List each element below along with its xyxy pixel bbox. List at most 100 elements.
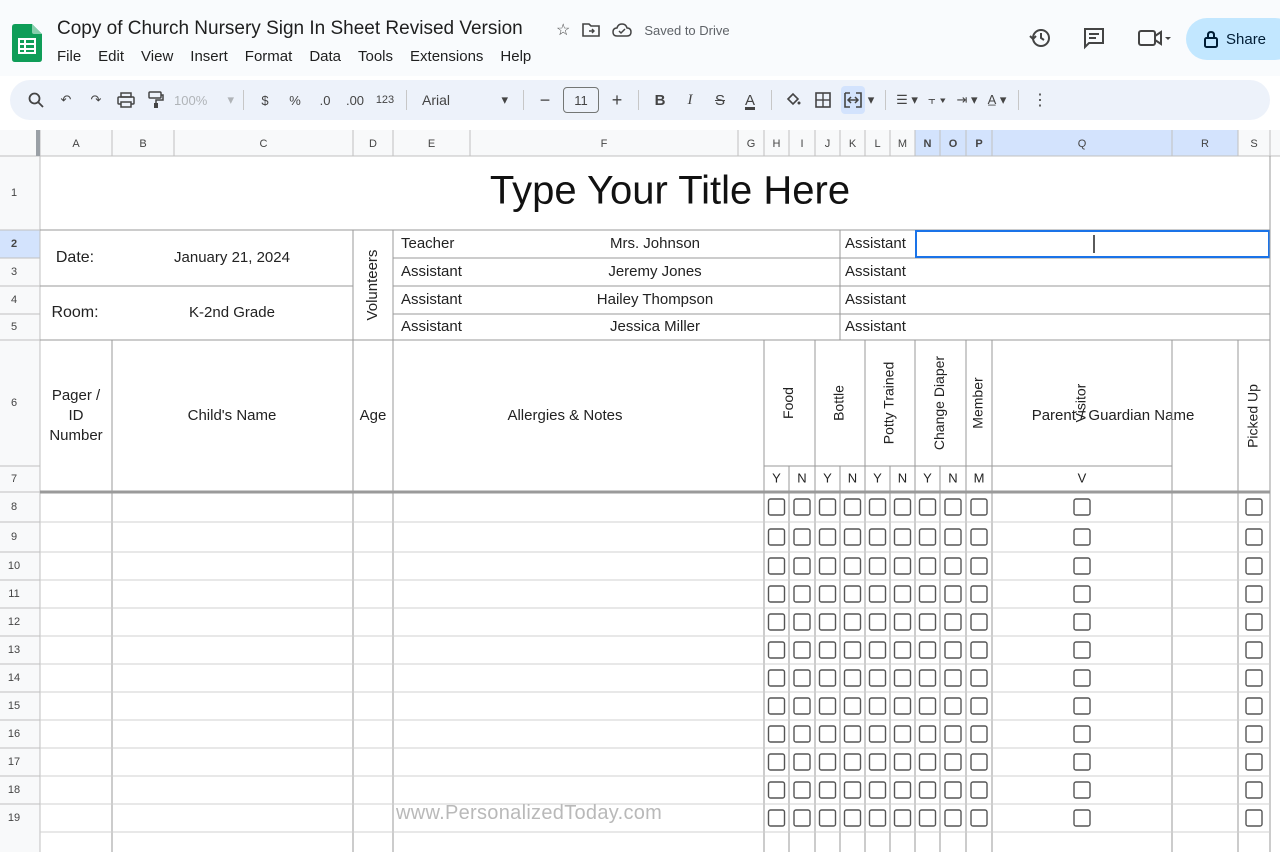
selected-cell[interactable] (915, 230, 1270, 258)
text-color-button[interactable]: A (738, 86, 762, 114)
checkbox[interactable] (1073, 585, 1091, 603)
menu-help[interactable]: Help (500, 48, 531, 65)
checkbox[interactable] (818, 753, 837, 771)
column-header-n[interactable]: N (924, 138, 932, 150)
column-header-f[interactable]: F (601, 138, 608, 150)
picked-up-checkbox[interactable] (1245, 669, 1263, 687)
checkbox[interactable] (767, 613, 786, 631)
chevron-down-icon[interactable]: ▾ (866, 86, 876, 114)
row-header-1[interactable]: 1 (11, 187, 17, 199)
checkbox[interactable] (893, 725, 912, 743)
checkbox[interactable] (843, 725, 862, 743)
row-header-15[interactable]: 15 (8, 700, 20, 712)
checkbox[interactable] (918, 781, 937, 799)
zoom-select[interactable]: 100% ▾ (174, 86, 234, 114)
checkbox[interactable] (893, 669, 912, 687)
checkbox[interactable] (1073, 641, 1091, 659)
print-icon[interactable] (114, 86, 138, 114)
checkbox[interactable] (944, 557, 962, 575)
checkbox[interactable] (944, 613, 962, 631)
column-header-p[interactable]: P (975, 138, 982, 150)
checkbox[interactable] (944, 697, 962, 715)
number-format-button[interactable]: 123 (373, 86, 397, 114)
row-header-2[interactable]: 2 (11, 238, 17, 250)
checkbox[interactable] (1073, 753, 1091, 771)
checkbox[interactable] (893, 809, 912, 827)
currency-button[interactable]: $ (253, 86, 277, 114)
increase-font-size-icon[interactable]: + (605, 86, 629, 114)
redo-icon[interactable]: ↷ (84, 86, 108, 114)
italic-button[interactable]: I (678, 86, 702, 114)
checkbox[interactable] (918, 725, 937, 743)
row-header-7[interactable]: 7 (11, 473, 17, 485)
column-header-m[interactable]: M (898, 138, 907, 150)
checkbox[interactable] (767, 641, 786, 659)
row-header-5[interactable]: 5 (11, 321, 17, 333)
checkbox[interactable] (1073, 557, 1091, 575)
checkbox[interactable] (818, 725, 837, 743)
row-header-8[interactable]: 8 (11, 501, 17, 513)
checkbox[interactable] (1073, 528, 1091, 546)
checkbox[interactable] (793, 641, 811, 659)
checkbox[interactable] (970, 641, 988, 659)
checkbox[interactable] (767, 585, 786, 603)
row-header-6[interactable]: 6 (11, 397, 17, 409)
checkbox[interactable] (918, 669, 937, 687)
checkbox[interactable] (918, 641, 937, 659)
checkbox[interactable] (868, 697, 887, 715)
menu-view[interactable]: View (141, 48, 173, 65)
picked-up-checkbox[interactable] (1245, 613, 1263, 631)
document-title[interactable]: Copy of Church Nursery Sign In Sheet Rev… (57, 18, 523, 40)
undo-icon[interactable]: ↶ (54, 86, 78, 114)
checkbox[interactable] (868, 498, 887, 516)
move-folder-icon[interactable] (582, 22, 601, 38)
decrease-decimal-button[interactable]: .0 (313, 86, 337, 114)
checkbox[interactable] (893, 498, 912, 516)
picked-up-checkbox[interactable] (1245, 781, 1263, 799)
checkbox[interactable] (970, 753, 988, 771)
checkbox[interactable] (970, 809, 988, 827)
picked-up-checkbox[interactable] (1245, 753, 1263, 771)
row-header-4[interactable]: 4 (11, 294, 17, 306)
checkbox[interactable] (944, 528, 962, 546)
row-header-10[interactable]: 10 (8, 560, 20, 572)
checkbox[interactable] (893, 585, 912, 603)
vertical-align-icon[interactable]: ⫟ ▾ (925, 86, 949, 114)
checkbox[interactable] (1073, 697, 1091, 715)
merge-cells-icon[interactable] (841, 86, 865, 114)
row-header-13[interactable]: 13 (8, 644, 20, 656)
checkbox[interactable] (793, 669, 811, 687)
cloud-saved-icon[interactable] (612, 23, 633, 37)
decrease-font-size-icon[interactable]: − (533, 86, 557, 114)
checkbox[interactable] (944, 809, 962, 827)
checkbox[interactable] (868, 753, 887, 771)
checkbox[interactable] (843, 613, 862, 631)
version-history-icon[interactable] (1028, 26, 1052, 50)
checkbox[interactable] (818, 498, 837, 516)
font-size-input[interactable]: 11 (563, 87, 599, 113)
checkbox[interactable] (918, 585, 937, 603)
checkbox[interactable] (767, 725, 786, 743)
picked-up-checkbox[interactable] (1245, 641, 1263, 659)
row-header-19[interactable]: 19 (8, 812, 20, 824)
text-wrapping-icon[interactable]: ⇥ ▾ (955, 86, 979, 114)
checkbox[interactable] (843, 498, 862, 516)
row-header-9[interactable]: 9 (11, 531, 17, 543)
checkbox[interactable] (818, 697, 837, 715)
checkbox[interactable] (918, 613, 937, 631)
checkbox[interactable] (970, 498, 988, 516)
picked-up-checkbox[interactable] (1245, 585, 1263, 603)
checkbox[interactable] (970, 697, 988, 715)
checkbox[interactable] (868, 669, 887, 687)
column-header-i[interactable]: I (800, 138, 803, 150)
checkbox[interactable] (868, 528, 887, 546)
row-header-12[interactable]: 12 (8, 616, 20, 628)
checkbox[interactable] (1073, 498, 1091, 516)
increase-decimal-button[interactable]: .00 (343, 86, 367, 114)
checkbox[interactable] (793, 753, 811, 771)
checkbox[interactable] (868, 585, 887, 603)
checkbox[interactable] (944, 781, 962, 799)
picked-up-checkbox[interactable] (1245, 697, 1263, 715)
menu-tools[interactable]: Tools (358, 48, 393, 65)
checkbox[interactable] (918, 809, 937, 827)
